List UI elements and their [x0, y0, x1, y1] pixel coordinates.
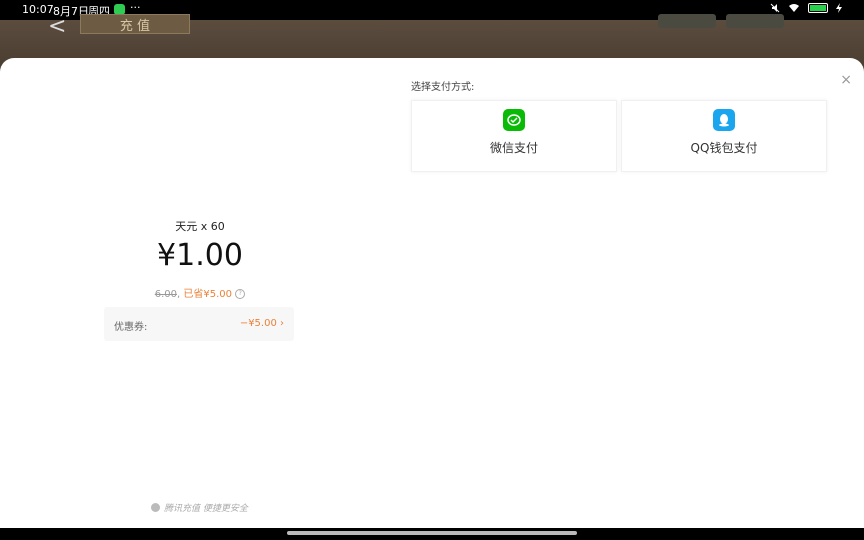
status-icons	[770, 3, 842, 13]
wechat-pay-icon	[503, 109, 525, 131]
home-indicator[interactable]	[287, 531, 577, 535]
qq-wallet-option[interactable]: QQ钱包支付	[621, 100, 827, 172]
charging-icon	[836, 3, 842, 13]
more-notifications-icon: ···	[130, 1, 141, 14]
security-footer: 腾讯充值 便捷更安全	[151, 501, 248, 514]
coupon-label: 优惠券:	[114, 322, 148, 333]
wechat-pay-option[interactable]: 微信支付	[411, 100, 617, 172]
saved-amount: 已省¥5.00	[183, 289, 233, 300]
footer-text: 腾讯充值 便捷更安全	[164, 504, 248, 514]
wifi-icon	[789, 4, 799, 12]
payment-method-title: 选择支付方式:	[411, 82, 475, 93]
qq-wallet-icon	[713, 109, 735, 131]
game-currency-chip	[658, 14, 716, 28]
savings-line: 6.00, 已省¥5.00 ?	[0, 285, 400, 300]
mute-icon	[770, 3, 780, 13]
payment-sheet: × 选择支付方式: 微信支付 QQ钱包支付 天元 x 60 ¥1.00 6.00…	[0, 58, 864, 528]
game-currency-chip	[726, 14, 784, 28]
close-icon[interactable]: ×	[840, 72, 852, 88]
price: ¥1.00	[157, 238, 243, 273]
coupon-row[interactable]: 优惠券: −¥5.00 ›	[104, 307, 294, 341]
coupon-value: −¥5.00 ›	[239, 318, 284, 329]
savings-separator: ,	[177, 289, 181, 300]
original-price: 6.00	[154, 289, 178, 300]
battery-icon	[808, 3, 828, 13]
back-arrow-icon: <	[48, 14, 67, 39]
wechat-pay-label: 微信支付	[489, 141, 538, 155]
game-title-plate: 充 值	[80, 14, 190, 34]
product-name: 天元 x 60	[175, 220, 225, 233]
qq-wallet-label: QQ钱包支付	[690, 141, 758, 155]
shield-icon	[151, 503, 160, 512]
help-icon[interactable]: ?	[235, 289, 246, 299]
navigation-bar	[0, 528, 864, 540]
